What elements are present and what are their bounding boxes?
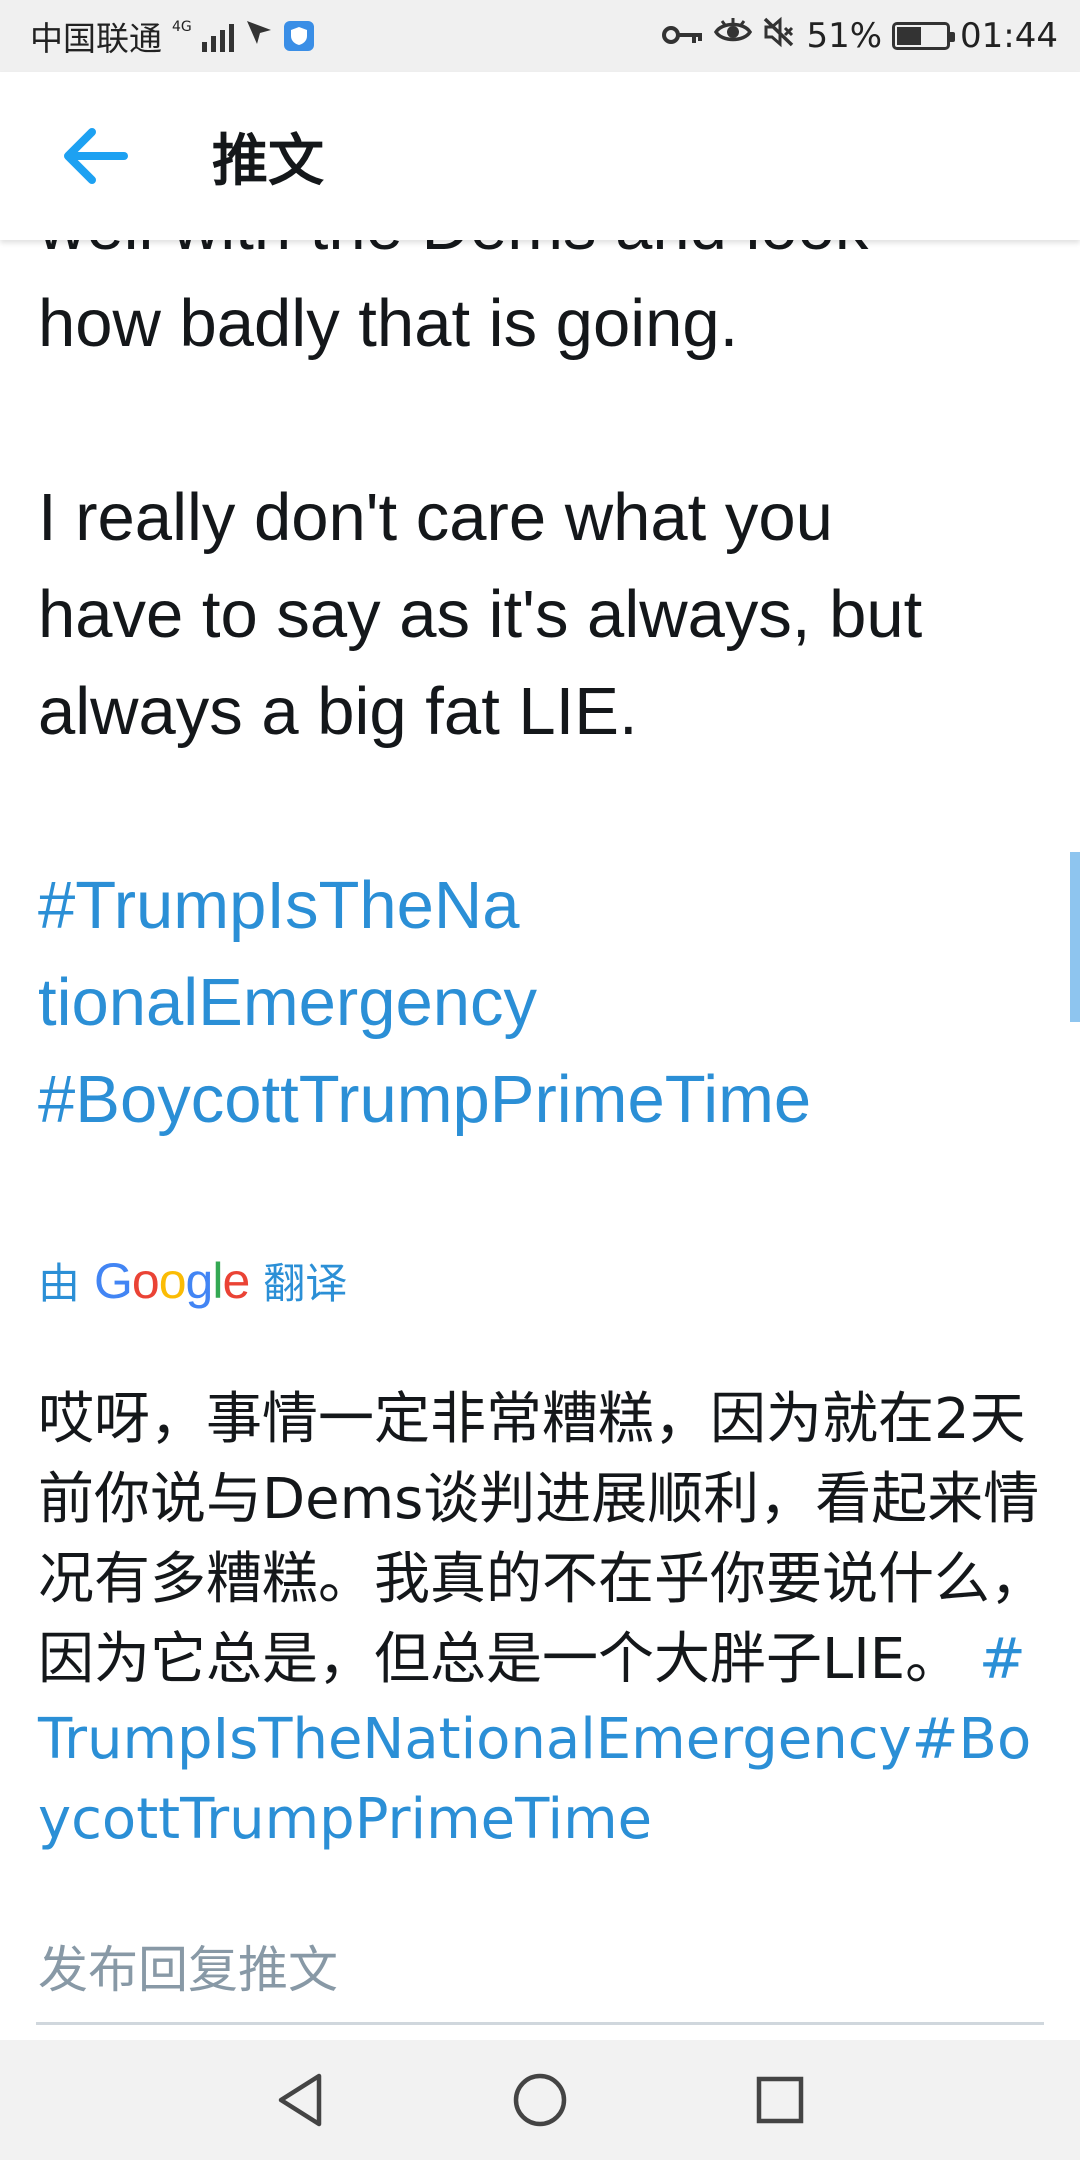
shield-app-icon <box>283 21 314 51</box>
eye-icon <box>714 16 753 56</box>
battery-level-fill <box>897 27 922 45</box>
google-logo: Google <box>94 1252 250 1309</box>
system-nav-bar <box>0 2040 1080 2160</box>
translated-by-google[interactable]: 由 Google 翻译 <box>38 1250 347 1311</box>
square-recents-icon <box>756 2076 804 2124</box>
triangle-back-icon <box>278 2073 322 2127</box>
tweet-line: always a big fat LIE. <box>38 674 638 749</box>
hashtag-link[interactable]: #TrumpIsTheNa <box>38 857 1048 954</box>
network-type-label: 4G <box>172 19 192 35</box>
reply-underline <box>36 2022 1044 2025</box>
back-button[interactable] <box>40 101 150 211</box>
status-bar-right: 51% 01:44 <box>662 16 1058 57</box>
circle-home-icon <box>513 2073 567 2127</box>
scrollbar-thumb[interactable] <box>1070 852 1080 1022</box>
tweet-line: well with the Dems and look <box>38 240 1048 275</box>
signal-icon <box>201 20 234 52</box>
mute-icon <box>762 16 796 57</box>
arrow-left-icon <box>64 128 128 184</box>
tweet-body: well with the Dems and look how badly th… <box>38 240 1048 1148</box>
location-arrow-icon <box>244 16 274 56</box>
nav-recents-button[interactable] <box>700 2040 860 2160</box>
translated-by-suffix: 翻译 <box>263 1259 348 1308</box>
key-icon <box>662 16 704 56</box>
hashtag-link[interactable]: #BoycottTrumpPrimeTime <box>38 1051 1048 1148</box>
app-bar: 推文 <box>0 72 1080 240</box>
clock-label: 01:44 <box>960 16 1058 56</box>
battery-icon <box>892 22 956 50</box>
tweet-detail: well with the Dems and look how badly th… <box>0 240 1080 1890</box>
translated-by-prefix: 由 <box>38 1259 81 1308</box>
status-bar: 中国联通 4G 51% 01:44 <box>0 0 1080 72</box>
reply-input[interactable]: 发布回复推文 <box>38 1930 338 2002</box>
carrier-label: 中国联通 <box>30 19 162 58</box>
status-bar-left: 中国联通 4G <box>30 12 314 60</box>
nav-back-button[interactable] <box>220 2040 380 2160</box>
tweet-line: I really don't care what you <box>38 480 833 555</box>
reply-composer[interactable]: 发布回复推文 <box>0 1892 1080 2040</box>
translated-body: 哎呀，事情一定非常糟糕，因为就在2天前你说与Dems谈判进展顺利，看起来情况有多… <box>38 1387 1046 1692</box>
nav-home-button[interactable] <box>460 2040 620 2160</box>
page-title: 推文 <box>212 128 324 194</box>
translated-text: 哎呀，事情一定非常糟糕，因为就在2天前你说与Dems谈判进展顺利，看起来情况有多… <box>38 1380 1048 1860</box>
battery-percent-label: 51% <box>806 16 883 56</box>
tweet-line: how badly that is going. <box>38 286 739 361</box>
tweet-line: have to say as it's always, but <box>38 577 923 652</box>
hashtag-link[interactable]: tionalEmergency <box>38 954 1048 1051</box>
